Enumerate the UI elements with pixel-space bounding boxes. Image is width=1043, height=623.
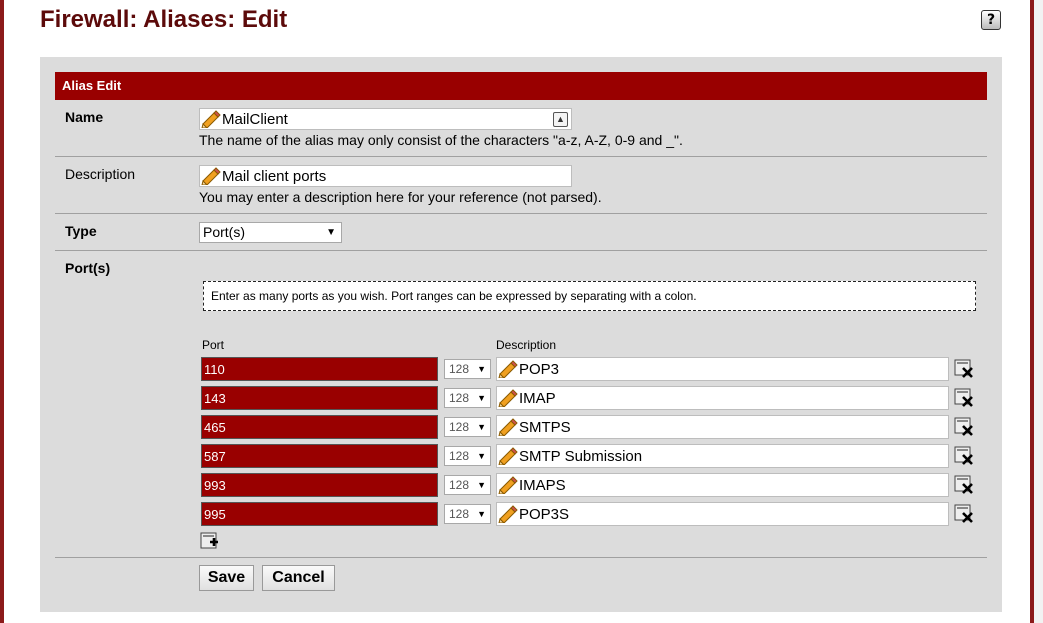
dropdown-arrow-icon: ▼ (326, 227, 336, 238)
port-description-value: POP3S (519, 505, 570, 523)
pencil-icon (497, 446, 519, 466)
port-description-value: SMTP Submission (519, 447, 643, 465)
pencil-icon (200, 166, 222, 186)
contact-card-icon[interactable]: ▲ (553, 112, 568, 127)
mask-value: 128 (449, 362, 470, 376)
mask-value: 128 (449, 507, 470, 521)
window-frame-left (0, 0, 4, 623)
mask-value: 128 (449, 478, 470, 492)
description-help-text: You may enter a description here for you… (199, 189, 602, 205)
dropdown-arrow-icon: ▼ (477, 364, 486, 374)
mask-select[interactable]: 128 ▼ (444, 504, 491, 524)
port-description-value: IMAP (519, 389, 556, 407)
pencil-icon (497, 475, 519, 495)
delete-row-icon[interactable] (954, 475, 974, 495)
pencil-icon (497, 388, 519, 408)
delete-row-icon[interactable] (954, 359, 974, 379)
port-input[interactable]: 143 (201, 386, 438, 410)
add-row-icon[interactable] (200, 532, 220, 552)
help-icon[interactable]: ? (981, 10, 1001, 30)
description-column-header: Description (496, 338, 557, 352)
port-description-field[interactable]: SMTP Submission (496, 444, 949, 468)
mask-select[interactable]: 128 ▼ (444, 475, 491, 495)
cancel-button[interactable]: Cancel (262, 565, 335, 591)
ports-info-box: Enter as many ports as you wish. Port ra… (203, 281, 976, 311)
mask-select[interactable]: 128 ▼ (444, 446, 491, 466)
name-value: MailClient (222, 110, 288, 128)
mask-value: 128 (449, 449, 470, 463)
dropdown-arrow-icon: ▼ (477, 480, 486, 490)
pencil-icon (200, 109, 222, 129)
delete-row-icon[interactable] (954, 417, 974, 437)
port-description-field[interactable]: POP3 (496, 357, 949, 381)
panel-header: Alias Edit (55, 72, 987, 100)
name-field[interactable]: MailClient ▲ (199, 108, 572, 130)
mask-select[interactable]: 128 ▼ (444, 359, 491, 379)
dropdown-arrow-icon: ▼ (477, 422, 486, 432)
description-label: Description (65, 166, 136, 182)
divider (55, 213, 987, 214)
port-description-field[interactable]: IMAP (496, 386, 949, 410)
port-input[interactable]: 995 (201, 502, 438, 526)
type-selected-value: Port(s) (203, 224, 245, 240)
dropdown-arrow-icon: ▼ (477, 451, 486, 461)
page-title: Firewall: Aliases: Edit (40, 6, 288, 33)
type-label: Type (65, 223, 97, 239)
port-column-header: Port (202, 338, 225, 352)
mask-select[interactable]: 128 ▼ (444, 417, 491, 437)
divider (55, 156, 987, 157)
name-label: Name (65, 109, 104, 125)
window-margin-right (1034, 0, 1043, 623)
pencil-icon (497, 417, 519, 437)
dropdown-arrow-icon: ▼ (477, 393, 486, 403)
delete-row-icon[interactable] (954, 504, 974, 524)
mask-value: 128 (449, 420, 470, 434)
dropdown-arrow-icon: ▼ (477, 509, 486, 519)
port-description-value: SMTPS (519, 418, 571, 436)
mask-select[interactable]: 128 ▼ (444, 388, 491, 408)
port-description-value: POP3 (519, 360, 560, 378)
port-input[interactable]: 587 (201, 444, 438, 468)
delete-row-icon[interactable] (954, 446, 974, 466)
description-field[interactable]: Mail client ports (199, 165, 572, 187)
mask-value: 128 (449, 391, 470, 405)
alias-edit-panel: Alias Edit Name MailClient ▲ The name of… (40, 57, 1002, 612)
description-value: Mail client ports (222, 167, 327, 185)
divider (55, 250, 987, 251)
pencil-icon (497, 359, 519, 379)
name-help-text: The name of the alias may only consist o… (199, 132, 683, 148)
type-select[interactable]: Port(s) ▼ (199, 222, 342, 243)
port-description-field[interactable]: POP3S (496, 502, 949, 526)
port-input[interactable]: 993 (201, 473, 438, 497)
port-description-field[interactable]: SMTPS (496, 415, 949, 439)
port-description-field[interactable]: IMAPS (496, 473, 949, 497)
ports-label: Port(s) (65, 260, 111, 276)
pencil-icon (497, 504, 519, 524)
port-input[interactable]: 465 (201, 415, 438, 439)
delete-row-icon[interactable] (954, 388, 974, 408)
save-button[interactable]: Save (199, 565, 254, 591)
port-input[interactable]: 110 (201, 357, 438, 381)
port-description-value: IMAPS (519, 476, 566, 494)
divider (55, 557, 987, 558)
